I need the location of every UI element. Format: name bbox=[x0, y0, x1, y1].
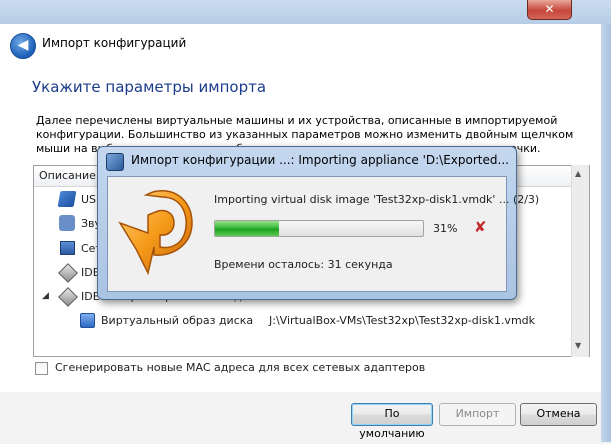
mac-address-checkbox[interactable] bbox=[35, 362, 48, 375]
tree-row-value: J:\VirtualBox-VMs\Test32xp\Test32xp-disk… bbox=[269, 314, 536, 327]
scroll-down-icon[interactable]: ▼ bbox=[575, 341, 581, 350]
progress-percent: 31% bbox=[433, 222, 458, 235]
page-heading: Укажите параметры импорта bbox=[32, 78, 267, 96]
sound-card-icon bbox=[59, 215, 75, 231]
network-adapter-icon bbox=[60, 241, 75, 255]
virtualbox-icon bbox=[106, 153, 124, 171]
close-icon: ✕ bbox=[544, 2, 555, 16]
progress-operation-text: Importing virtual disk image 'Test32xp-d… bbox=[214, 193, 540, 206]
tree-row-label: Виртуальный образ диска bbox=[101, 314, 254, 327]
column-header-description: Описание bbox=[39, 169, 96, 182]
close-window-button[interactable]: ✕ bbox=[527, 0, 572, 20]
virtual-disk-icon bbox=[80, 313, 95, 328]
back-arrow-icon: ◀ bbox=[17, 37, 29, 53]
progress-bar-fill bbox=[215, 221, 280, 236]
expand-arrow-icon[interactable]: ◢ bbox=[42, 291, 49, 301]
mac-address-checkbox-label: Сгенерировать новые MAC адреса для всех … bbox=[55, 361, 426, 374]
ide-controller-icon bbox=[58, 263, 78, 283]
back-button[interactable]: ◀ bbox=[10, 33, 36, 59]
restore-defaults-button[interactable]: По умолчанию bbox=[351, 403, 433, 440]
cancel-import-icon[interactable]: ✘ bbox=[474, 218, 487, 236]
import-arrow-icon bbox=[118, 190, 193, 276]
scroll-up-icon[interactable]: ▲ bbox=[575, 169, 581, 178]
import-button[interactable]: Импорт bbox=[439, 403, 516, 426]
window-frame-right bbox=[601, 24, 611, 442]
window-frame-top bbox=[0, 0, 611, 24]
tree-scrollbar[interactable]: ▲ ▼ bbox=[571, 165, 589, 357]
window-title: Импорт конфигураций bbox=[42, 36, 187, 50]
cancel-button[interactable]: Отмена bbox=[520, 403, 597, 426]
progress-dialog-body: Importing virtual disk image 'Test32xp-d… bbox=[107, 176, 539, 292]
usb-icon bbox=[57, 191, 77, 207]
import-progress-dialog: Импорт конфигурации ...: Importing appli… bbox=[97, 146, 539, 300]
progress-dialog-title: Импорт конфигурации ...: Importing appli… bbox=[131, 153, 509, 167]
ide-controller-icon bbox=[58, 287, 78, 307]
time-remaining-text: Времени осталось: 31 секунда bbox=[214, 258, 393, 271]
import-progress-bar bbox=[214, 220, 424, 237]
